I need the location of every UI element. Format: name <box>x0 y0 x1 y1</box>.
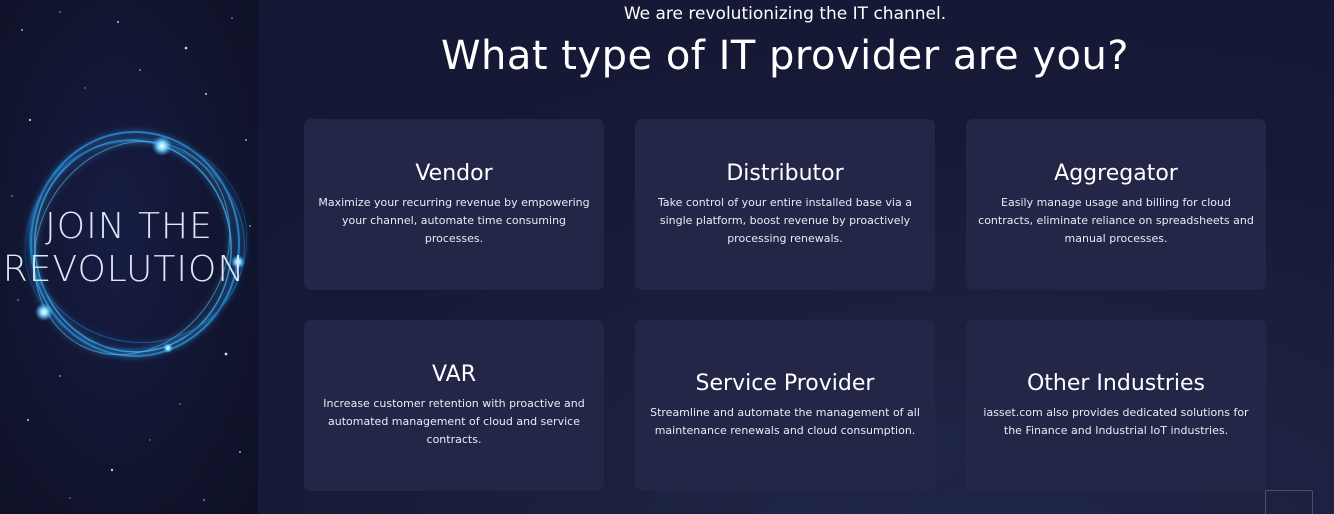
card-title: VAR <box>432 362 476 387</box>
card-title: Vendor <box>415 161 493 186</box>
card-description: Maximize your recurring revenue by empow… <box>318 196 590 245</box>
page-subtitle: We are revolutionizing the IT channel. <box>623 4 947 24</box>
join-revolution-banner[interactable]: JOIN THE REVOLUTION <box>0 0 258 514</box>
card-description: Increase customer retention with proacti… <box>323 397 585 446</box>
card-title: Aggregator <box>1054 161 1178 186</box>
card-aggregator[interactable]: Aggregator Easily manage usage and billi… <box>966 119 1266 290</box>
promo-heading: JOIN THE REVOLUTION <box>0 205 258 291</box>
promo-line-2: REVOLUTION <box>2 249 246 290</box>
card-title: Service Provider <box>695 371 875 396</box>
card-description: iasset.com also provides dedicated solut… <box>983 406 1249 437</box>
card-var[interactable]: VAR Increase customer retention with pro… <box>304 320 604 491</box>
back-to-top-icon[interactable] <box>1265 490 1313 514</box>
page: JOIN THE REVOLUTION We are revolutionizi… <box>0 0 1334 514</box>
card-other-industries[interactable]: Other Industries iasset.com also provide… <box>966 320 1266 491</box>
card-description: Easily manage usage and billing for clou… <box>978 196 1254 245</box>
card-vendor[interactable]: Vendor Maximize your recurring revenue b… <box>304 119 604 290</box>
card-title: Other Industries <box>1026 371 1206 396</box>
card-description: Streamline and automate the management o… <box>650 406 920 437</box>
card-description: Take control of your entire installed ba… <box>658 196 912 245</box>
card-distributor[interactable]: Distributor Take control of your entire … <box>635 119 935 290</box>
card-service-provider[interactable]: Service Provider Streamline and automate… <box>635 320 935 491</box>
page-title: What type of IT provider are you? <box>440 33 1130 79</box>
promo-line-1: JOIN THE <box>45 206 213 247</box>
card-title: Distributor <box>726 161 844 186</box>
